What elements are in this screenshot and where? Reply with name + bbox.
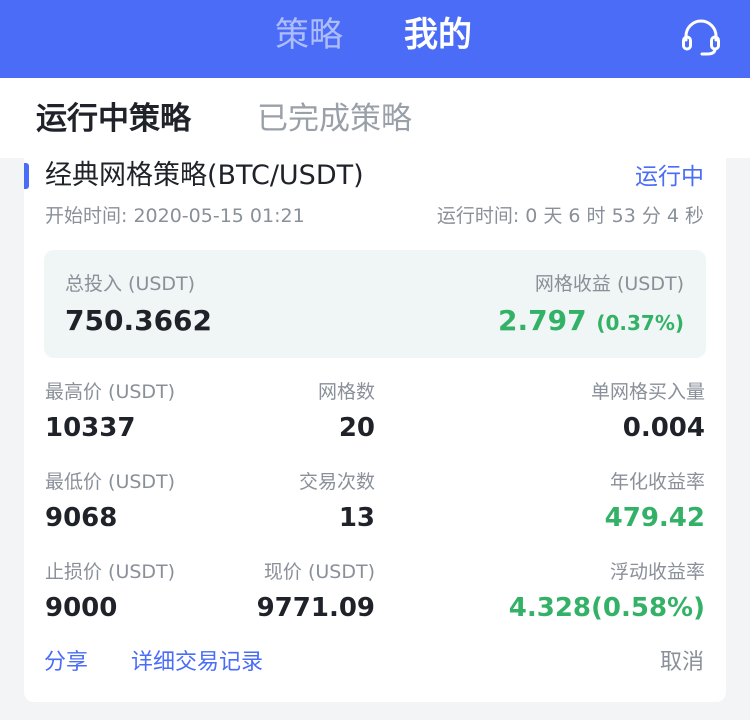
high-price-value: 10337 <box>45 413 136 443</box>
grid-profit-amount: 2.797 <box>498 304 587 337</box>
tab-completed-strategies[interactable]: 已完成策略 <box>257 98 412 140</box>
cancel-button[interactable]: 取消 <box>660 647 704 679</box>
card-accent-bar <box>24 163 29 189</box>
start-time-label: 开始时间: <box>45 205 128 227</box>
floating-yield-label: 浮动收益率 <box>609 561 705 583</box>
strategy-tabs: 运行中策略 已完成策略 <box>0 78 750 158</box>
grid-profit-label: 网格收益 (USDT) <box>534 273 684 295</box>
grid-count-label: 网格数 <box>317 381 375 403</box>
total-invest-label: 总投入 (USDT) <box>65 273 196 295</box>
run-time-value: 0 天 6 时 53 分 4 秒 <box>525 205 704 227</box>
start-time-value: 2020-05-15 01:21 <box>133 205 305 227</box>
top-bar: 策略 我的 <box>0 0 750 78</box>
current-price-value: 9771.09 <box>256 593 375 623</box>
strategy-title: 经典网格策略(BTC/USDT) <box>45 160 364 191</box>
share-link[interactable]: 分享 <box>44 647 88 679</box>
tab-running-strategies[interactable]: 运行中策略 <box>36 98 191 140</box>
grid-count-value: 20 <box>338 413 375 443</box>
tab-mine[interactable]: 我的 <box>404 12 472 58</box>
stop-loss-label: 止损价 (USDT) <box>45 561 176 583</box>
floating-yield-value: 4.328(0.58%) <box>508 593 705 623</box>
trade-count-value: 13 <box>338 503 375 533</box>
headset-icon[interactable] <box>680 16 722 58</box>
annual-yield-label: 年化收益率 <box>609 471 705 493</box>
run-time-label: 运行时间: <box>436 205 520 227</box>
low-price-label: 最低价 (USDT) <box>45 471 176 493</box>
per-grid-amount-label: 单网格买入量 <box>590 381 705 403</box>
grid-profit-value: 2.797 (0.37%) <box>498 302 684 342</box>
stop-loss-value: 9000 <box>45 593 118 623</box>
tab-strategy[interactable]: 策略 <box>275 12 343 58</box>
start-time: 开始时间: 2020-05-15 01:21 <box>45 202 305 230</box>
per-grid-amount-value: 0.004 <box>622 413 705 443</box>
trade-history-link[interactable]: 详细交易记录 <box>131 647 263 679</box>
high-price-label: 最高价 (USDT) <box>45 381 176 403</box>
total-invest-value: 750.3662 <box>65 304 213 337</box>
trade-count-label: 交易次数 <box>298 471 375 493</box>
low-price-value: 9068 <box>45 503 118 533</box>
current-price-label: 现价 (USDT) <box>263 561 375 583</box>
run-time: 运行时间: 0 天 6 时 53 分 4 秒 <box>437 202 704 230</box>
grid-profit-percent: (0.37%) <box>596 311 684 335</box>
annual-yield-value: 479.42 <box>604 503 705 533</box>
status-badge: 运行中 <box>635 164 704 190</box>
